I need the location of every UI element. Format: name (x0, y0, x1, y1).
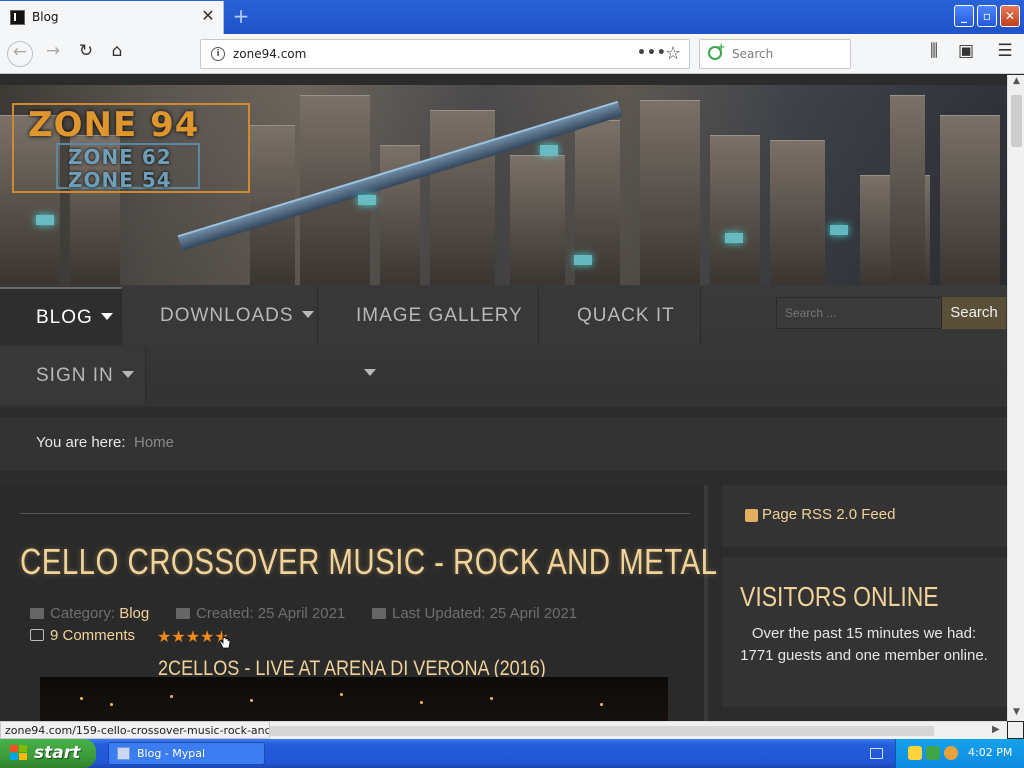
bookmark-star-icon[interactable]: ☆ (665, 43, 681, 64)
minimize-window-button[interactable]: _ (954, 5, 974, 27)
scroll-up-icon[interactable]: ▲ (1010, 76, 1023, 90)
address-bar[interactable]: i zone94.com ••• ☆ (200, 39, 690, 69)
comments-count[interactable]: 9 Comments (50, 627, 135, 644)
taskbar: start Blog - Mypal 4:02 PM (0, 739, 1024, 768)
chevron-down-icon (301, 311, 314, 318)
back-arrow-icon[interactable]: ← (7, 41, 33, 67)
site-banner: ZONE 94 ZONE 62 ZONE 54 (0, 85, 1007, 285)
breadcrumb-label: You are here: (36, 434, 126, 451)
menu-signin-label: SIGN IN (36, 365, 114, 386)
maximize-window-button[interactable]: ▫ (977, 5, 997, 27)
menu-item-quack-it[interactable]: QUACK IT (541, 287, 701, 345)
site-search-button[interactable]: Search (942, 297, 1006, 329)
close-window-button[interactable]: ✕ (1000, 5, 1020, 27)
updated-text: Last Updated: 25 April 2021 (392, 605, 578, 622)
article-created: Created: 25 April 2021 (176, 605, 345, 622)
horizontal-scroll-thumb[interactable] (270, 726, 934, 736)
hamburger-menu-icon[interactable]: ☰ (992, 41, 1018, 67)
browser-toolbar: ← → ↻ ⌂ i zone94.com ••• ☆ + Search ⫼ ▣ … (0, 34, 1024, 74)
keyboard-layout-icon[interactable] (870, 748, 883, 759)
folder-icon (30, 608, 44, 619)
site-favicon-icon (10, 10, 25, 25)
taskbar-window-button[interactable]: Blog - Mypal (108, 742, 265, 765)
site-info-icon[interactable]: i (211, 47, 225, 61)
browser-app-icon (117, 747, 130, 760)
created-text: Created: 25 April 2021 (196, 605, 346, 622)
breadcrumb-home: Home (134, 434, 175, 451)
site-logo[interactable]: ZONE 94 (28, 105, 199, 145)
security-shield-icon[interactable] (908, 746, 922, 760)
menu-item-image-gallery[interactable]: IMAGE GALLERY (320, 287, 539, 376)
page-actions-icon[interactable]: ••• (637, 45, 667, 61)
search-tray-icon[interactable] (944, 746, 958, 760)
scroll-right-icon[interactable]: ▶ (992, 724, 1000, 735)
start-label: start (34, 743, 81, 763)
comments-link[interactable]: 9 Comments (30, 627, 135, 644)
rss-feed-link[interactable]: Page RSS 2.0 Feed (762, 506, 895, 523)
new-tab-button[interactable]: + (230, 4, 252, 28)
visitors-text: Over the past 15 minutes we had: 1771 gu… (740, 625, 988, 664)
menu-item-sign-in[interactable]: SIGN IN (0, 347, 146, 405)
embedded-video[interactable] (40, 677, 668, 721)
vertical-scroll-thumb[interactable] (1011, 95, 1022, 147)
tab-blog[interactable]: Blog ✕ (0, 1, 224, 34)
menu-downloads-label: DOWNLOADS (160, 305, 294, 326)
forward-arrow-icon[interactable]: → (40, 41, 66, 67)
scroll-corner (1007, 721, 1024, 739)
vertical-scrollbar[interactable]: ▲ ▼ (1007, 75, 1024, 721)
calendar-icon (176, 608, 190, 619)
reload-icon[interactable]: ↻ (73, 41, 99, 67)
browser-search-box[interactable]: + Search (699, 39, 851, 69)
home-icon[interactable]: ⌂ (104, 41, 130, 67)
article-category: Category: Blog (30, 605, 149, 622)
page-viewport: ZONE 94 ZONE 62 ZONE 54 BLOG DOWNLOADS I… (0, 75, 1007, 721)
site-search-input[interactable]: Search ... (776, 297, 942, 329)
article-divider (20, 513, 690, 514)
tab-title: Blog (32, 10, 59, 24)
menu-quack-label: QUACK IT (577, 305, 675, 326)
breadcrumb: You are here: Home (0, 417, 1007, 471)
scroll-down-icon[interactable]: ▼ (1010, 707, 1023, 721)
clock[interactable]: 4:02 PM (968, 746, 1012, 759)
sidebar: Page RSS 2.0 Feed VISITORS ONLINE Over t… (722, 485, 1007, 721)
rss-icon (745, 509, 758, 522)
browser-tab-bar: Blog ✕ + _ ▫ ✕ (0, 0, 1024, 34)
rss-module: Page RSS 2.0 Feed (722, 485, 1007, 547)
task-label: Blog - Mypal (137, 747, 206, 760)
browser-search-placeholder: Search (732, 47, 774, 61)
horizontal-scrollbar[interactable]: ▶ (270, 721, 1007, 739)
logo-subtitle-2: ZONE 54 (68, 168, 172, 192)
article-column: CELLO CROSSOVER MUSIC - ROCK AND METAL C… (0, 485, 717, 721)
status-bar-url: zone94.com/159-cello-crossover-music-roc… (0, 721, 270, 739)
chevron-down-icon (100, 313, 113, 320)
category-link[interactable]: Blog (119, 605, 149, 622)
category-label: Category: (50, 605, 116, 622)
network-icon[interactable] (926, 746, 940, 760)
article-title[interactable]: CELLO CROSSOVER MUSIC - ROCK AND METAL (20, 541, 717, 583)
chevron-down-icon (121, 371, 134, 378)
main-menu: BLOG DOWNLOADS IMAGE GALLERY QUACK IT SI… (0, 285, 1007, 407)
visitors-online-module: VISITORS ONLINE Over the past 15 minutes… (722, 557, 1007, 707)
menu-item-downloads[interactable]: DOWNLOADS (124, 287, 318, 345)
start-button[interactable]: start (0, 739, 96, 768)
calendar-icon (372, 608, 386, 619)
library-icon[interactable]: ⫼ (921, 41, 947, 67)
menu-item-blog[interactable]: BLOG (0, 287, 122, 345)
logo-subtitle-1: ZONE 62 (68, 145, 172, 169)
close-tab-icon[interactable]: ✕ (198, 6, 218, 26)
search-engine-plus-icon: + (717, 42, 726, 53)
system-tray: 4:02 PM (895, 739, 1024, 768)
mouse-cursor-icon (219, 632, 231, 649)
comment-icon (30, 629, 44, 641)
visitors-title: VISITORS ONLINE (740, 581, 939, 612)
menu-gallery-label: IMAGE GALLERY (356, 305, 523, 326)
article-updated: Last Updated: 25 April 2021 (372, 605, 577, 622)
sidebar-toggle-icon[interactable]: ▣ (953, 41, 979, 67)
chevron-down-icon (364, 369, 376, 376)
windows-logo-icon (10, 745, 28, 762)
address-url[interactable]: zone94.com (233, 47, 306, 61)
menu-blog-label: BLOG (36, 307, 93, 328)
